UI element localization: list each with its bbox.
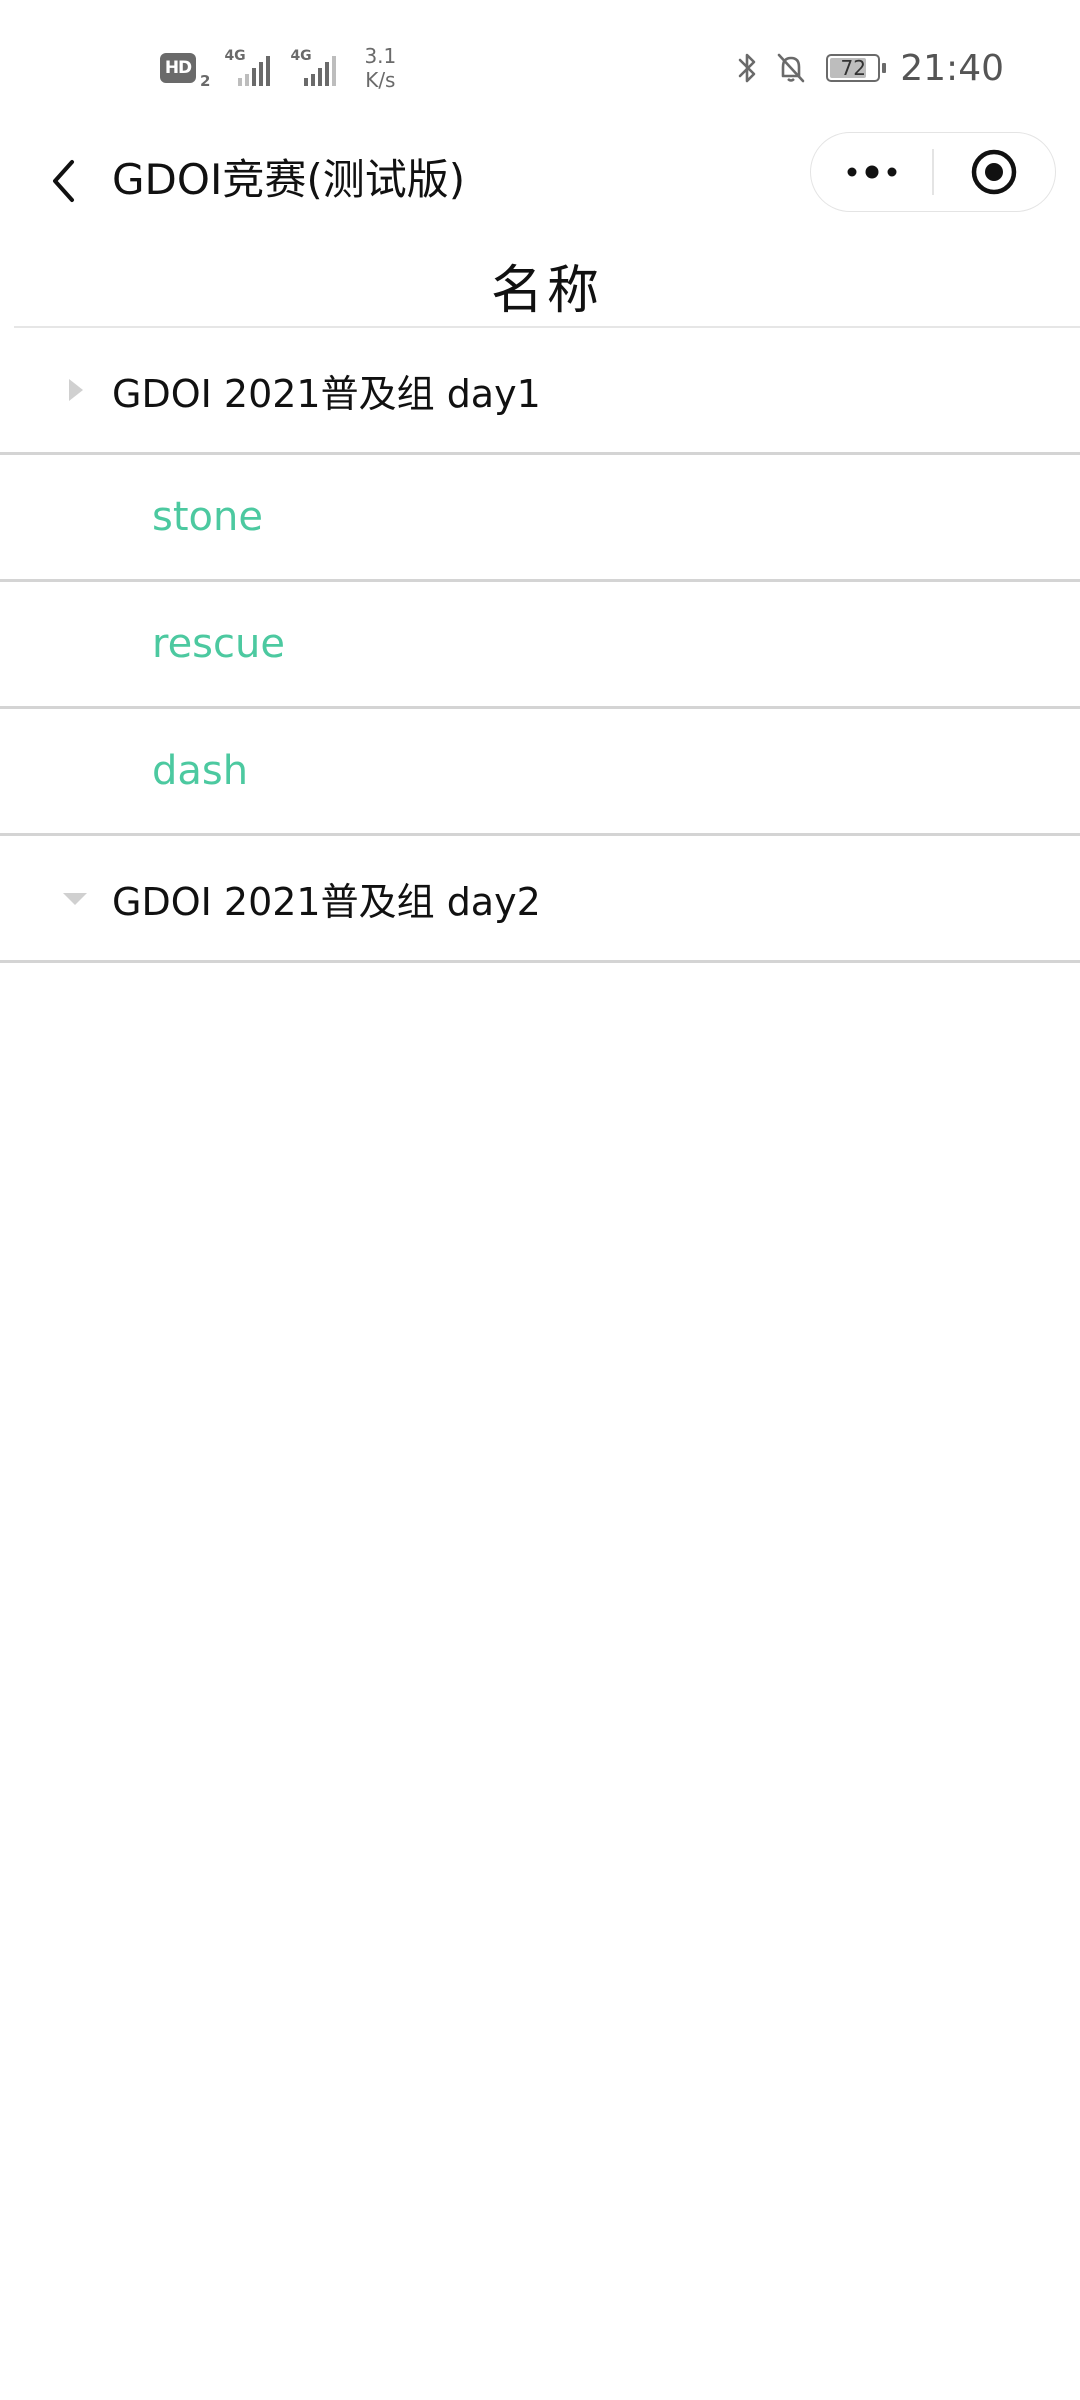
tree-item-stone[interactable]: stone: [0, 455, 1080, 582]
tree-item-dash[interactable]: dash: [0, 709, 1080, 836]
back-button[interactable]: [30, 146, 100, 216]
tree-item-rescue[interactable]: rescue: [0, 582, 1080, 709]
net-speed-value: 3.1: [364, 44, 397, 68]
signal-icon: 4G: [224, 48, 280, 88]
more-button[interactable]: [811, 133, 932, 211]
problem-link[interactable]: stone: [152, 494, 263, 540]
target-circle-icon: [972, 149, 1017, 195]
triangle-down-icon: [63, 893, 87, 905]
bluetooth-icon: [738, 53, 756, 83]
column-header-title: 名称: [490, 260, 603, 321]
triangle-right-icon: [69, 379, 83, 401]
page-title: GDOI竞赛(测试版): [112, 155, 466, 204]
net-speed-unit: K/s: [365, 68, 396, 92]
signal-icon: 4G: [290, 48, 346, 88]
tree-group-day1[interactable]: GDOI 2021普及组 day1: [0, 328, 1080, 455]
hd-sub-label: 2: [200, 72, 211, 90]
tree-group-label: GDOI 2021普及组 day2: [112, 879, 541, 924]
bell-off-icon: [777, 53, 805, 83]
nav-bar: GDOI竞赛(测试版): [0, 132, 1080, 244]
chevron-left-icon: [53, 160, 74, 202]
capsule-menu: [810, 132, 1056, 212]
problem-link[interactable]: dash: [152, 748, 248, 794]
close-button[interactable]: [934, 133, 1055, 211]
battery-level: 72: [840, 56, 866, 80]
battery-icon: 72: [826, 54, 887, 82]
tree-group-day2[interactable]: GDOI 2021普及组 day2: [0, 836, 1080, 963]
hd-icon: HD: [160, 53, 196, 83]
column-header: 名称: [14, 244, 1080, 328]
more-dots-icon: [847, 165, 897, 179]
status-bar: HD 2 4G 4G 3.1 K/s 72 21:40: [0, 0, 1080, 132]
status-left: HD 2 4G 4G 3.1 K/s: [160, 40, 396, 96]
problem-link[interactable]: rescue: [152, 621, 285, 667]
tree-group-label: GDOI 2021普及组 day1: [112, 371, 541, 416]
status-time: 21:40: [900, 47, 1004, 89]
net-speed: 3.1 K/s: [364, 44, 396, 92]
contest-tree: GDOI 2021普及组 day1 stone rescue dash GDOI…: [0, 328, 1080, 963]
status-right: 72 21:40: [732, 40, 1004, 96]
